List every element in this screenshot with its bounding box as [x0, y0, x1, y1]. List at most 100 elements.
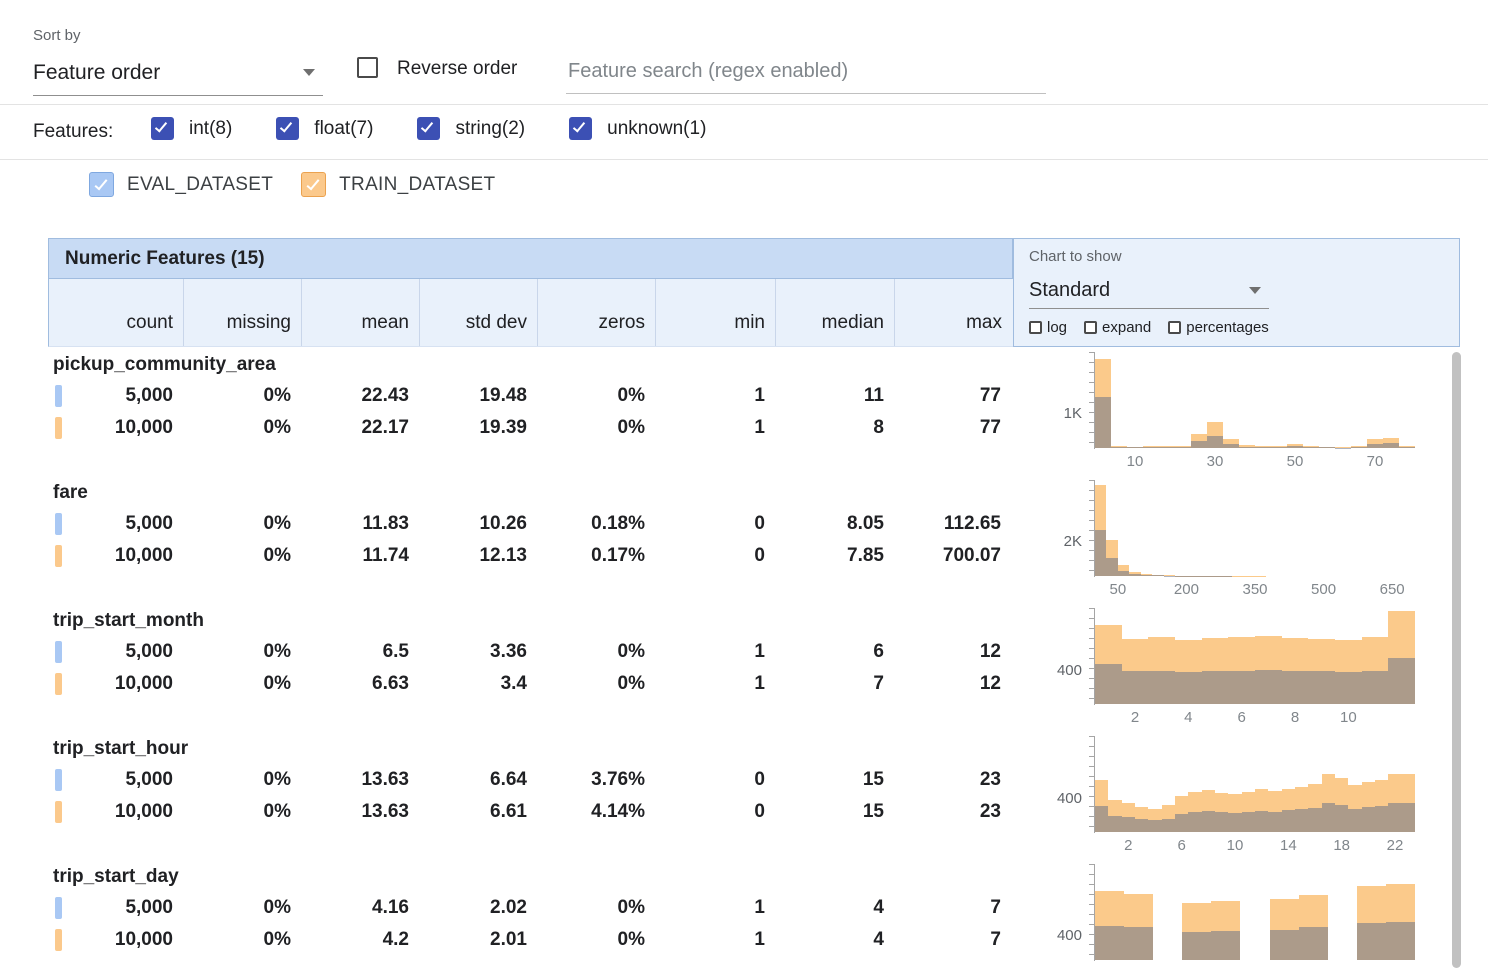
- stat-value: 5,000: [48, 509, 183, 539]
- stat-value: 0%: [183, 797, 301, 827]
- eval-bar: [1135, 819, 1148, 832]
- stat-value: 10,000: [48, 541, 183, 571]
- vertical-scrollbar-thumb[interactable]: [1452, 352, 1461, 968]
- stat-value: 11: [775, 381, 894, 411]
- column-header-min: min: [656, 279, 776, 346]
- feature-name: trip_start_hour: [53, 738, 188, 760]
- eval-bar: [1148, 820, 1161, 832]
- eval-bar: [1375, 806, 1388, 832]
- stat-value: 22.43: [301, 381, 419, 411]
- stat-row-eval_dataset: 5,0000%13.636.643.76%01523: [48, 765, 1013, 795]
- stat-value: 11.74: [301, 541, 419, 571]
- histogram-pickup_community_area: 1K10305070: [1048, 352, 1438, 478]
- eval-bar: [1122, 671, 1149, 704]
- histogram-plot: [1095, 480, 1415, 576]
- dataset-color-swatch: [55, 897, 62, 919]
- stat-value: 0%: [183, 541, 301, 571]
- stat-value: 10,000: [48, 669, 183, 699]
- eval-bar: [1268, 812, 1281, 832]
- chart-type-dropdown[interactable]: Standard: [1029, 273, 1269, 309]
- chart-option-percentages[interactable]: percentages: [1168, 319, 1269, 336]
- checkbox-unchecked-icon[interactable]: [1168, 321, 1181, 334]
- filter-item-unknown[interactable]: unknown(1): [569, 117, 706, 140]
- eval-bar: [1095, 926, 1124, 961]
- checkbox-checked-icon[interactable]: [569, 117, 592, 140]
- eval-bar: [1215, 812, 1228, 832]
- eval-bar: [1383, 443, 1399, 448]
- stat-value: 0%: [183, 925, 301, 955]
- stat-value: 0%: [537, 669, 655, 699]
- y-axis-tick-label: 2K: [1048, 533, 1082, 550]
- filter-item-float[interactable]: float(7): [276, 117, 373, 140]
- feature-name: trip_start_month: [53, 610, 204, 632]
- stat-value: 6.61: [419, 797, 537, 827]
- stat-value: 19.48: [419, 381, 537, 411]
- eval-bar: [1308, 808, 1321, 832]
- stat-value: 0.17%: [537, 541, 655, 571]
- x-axis-tick-label: 2: [1124, 837, 1132, 854]
- check-icon: [421, 119, 433, 132]
- x-axis-tick-label: 6: [1177, 837, 1185, 854]
- y-axis-tick-label: 1K: [1048, 405, 1082, 422]
- x-axis-tick-label: 2: [1131, 709, 1139, 726]
- eval-bar: [1319, 447, 1335, 448]
- chart-option-label: log: [1047, 319, 1067, 336]
- dataset-color-swatch: [55, 513, 62, 535]
- histogram-plot: [1095, 864, 1415, 960]
- eval-bar: [1362, 671, 1389, 704]
- eval-bar: [1295, 809, 1308, 832]
- feature-block-trip_start_month: trip_start_month5,0000%6.53.360%161210,0…: [48, 603, 1013, 731]
- column-header-median: median: [776, 279, 895, 346]
- reverse-order-checkbox[interactable]: [357, 57, 378, 78]
- filter-item-string[interactable]: string(2): [417, 117, 525, 140]
- stat-value: 0: [655, 541, 775, 571]
- eval-bar: [1148, 671, 1175, 704]
- stat-row-eval_dataset: 5,0000%4.162.020%147: [48, 893, 1013, 923]
- checkbox-checked-icon[interactable]: [276, 117, 299, 140]
- filter-label: int(8): [189, 118, 232, 140]
- stat-value: 1: [655, 637, 775, 667]
- dataset-color-swatch: [55, 929, 62, 951]
- histogram-fare: 2K50200350500650: [1048, 480, 1438, 606]
- checkbox-checked-icon[interactable]: [301, 172, 326, 197]
- eval-bar: [1255, 447, 1271, 448]
- stat-value: 1: [655, 669, 775, 699]
- stat-value: 700.07: [894, 541, 1011, 571]
- feature-search-input[interactable]: [566, 50, 1046, 94]
- eval-bar: [1182, 932, 1211, 961]
- stat-value: 1: [655, 381, 775, 411]
- filter-item-int[interactable]: int(8): [151, 117, 232, 140]
- stat-value: 3.36: [419, 637, 537, 667]
- checkbox-unchecked-icon[interactable]: [1084, 321, 1097, 334]
- histogram-trip_start_month: 400246810: [1048, 608, 1438, 734]
- eval-bar: [1202, 811, 1215, 832]
- dataset-toggle-train_dataset[interactable]: TRAIN_DATASET: [301, 172, 495, 197]
- stat-value: 0%: [183, 669, 301, 699]
- histogram-trip_start_hour: 4002610141822: [1048, 736, 1438, 862]
- column-header-mean: mean: [302, 279, 420, 346]
- chevron-down-icon: [303, 69, 315, 76]
- stat-row-train_dataset: 10,0000%22.1719.390%1877: [48, 413, 1013, 443]
- stat-value: 112.65: [894, 509, 1011, 539]
- stat-value: 6.64: [419, 765, 537, 795]
- filter-label: string(2): [455, 118, 525, 140]
- eval-bar: [1228, 813, 1241, 832]
- chart-option-label: percentages: [1186, 319, 1269, 336]
- stat-value: 4.2: [301, 925, 419, 955]
- feature-name: pickup_community_area: [53, 354, 276, 376]
- check-icon: [573, 119, 585, 132]
- sort-by-dropdown[interactable]: Feature order: [33, 50, 323, 96]
- chart-option-log[interactable]: log: [1029, 319, 1067, 336]
- stat-value: 7.85: [775, 541, 894, 571]
- eval-bar: [1270, 930, 1299, 960]
- feature-block-trip_start_hour: trip_start_hour 5,0000%13.636.643.76%0152…: [48, 731, 1013, 859]
- checkbox-checked-icon[interactable]: [89, 172, 114, 197]
- stat-row-eval_dataset: 5,0000%22.4319.480%11177: [48, 381, 1013, 411]
- dataset-toggle-eval_dataset[interactable]: EVAL_DATASET: [89, 172, 273, 197]
- checkbox-checked-icon[interactable]: [151, 117, 174, 140]
- checkbox-checked-icon[interactable]: [417, 117, 440, 140]
- chart-option-expand[interactable]: expand: [1084, 319, 1151, 336]
- eval-bar: [1108, 816, 1121, 832]
- checkbox-unchecked-icon[interactable]: [1029, 321, 1042, 334]
- eval-bar: [1282, 671, 1309, 704]
